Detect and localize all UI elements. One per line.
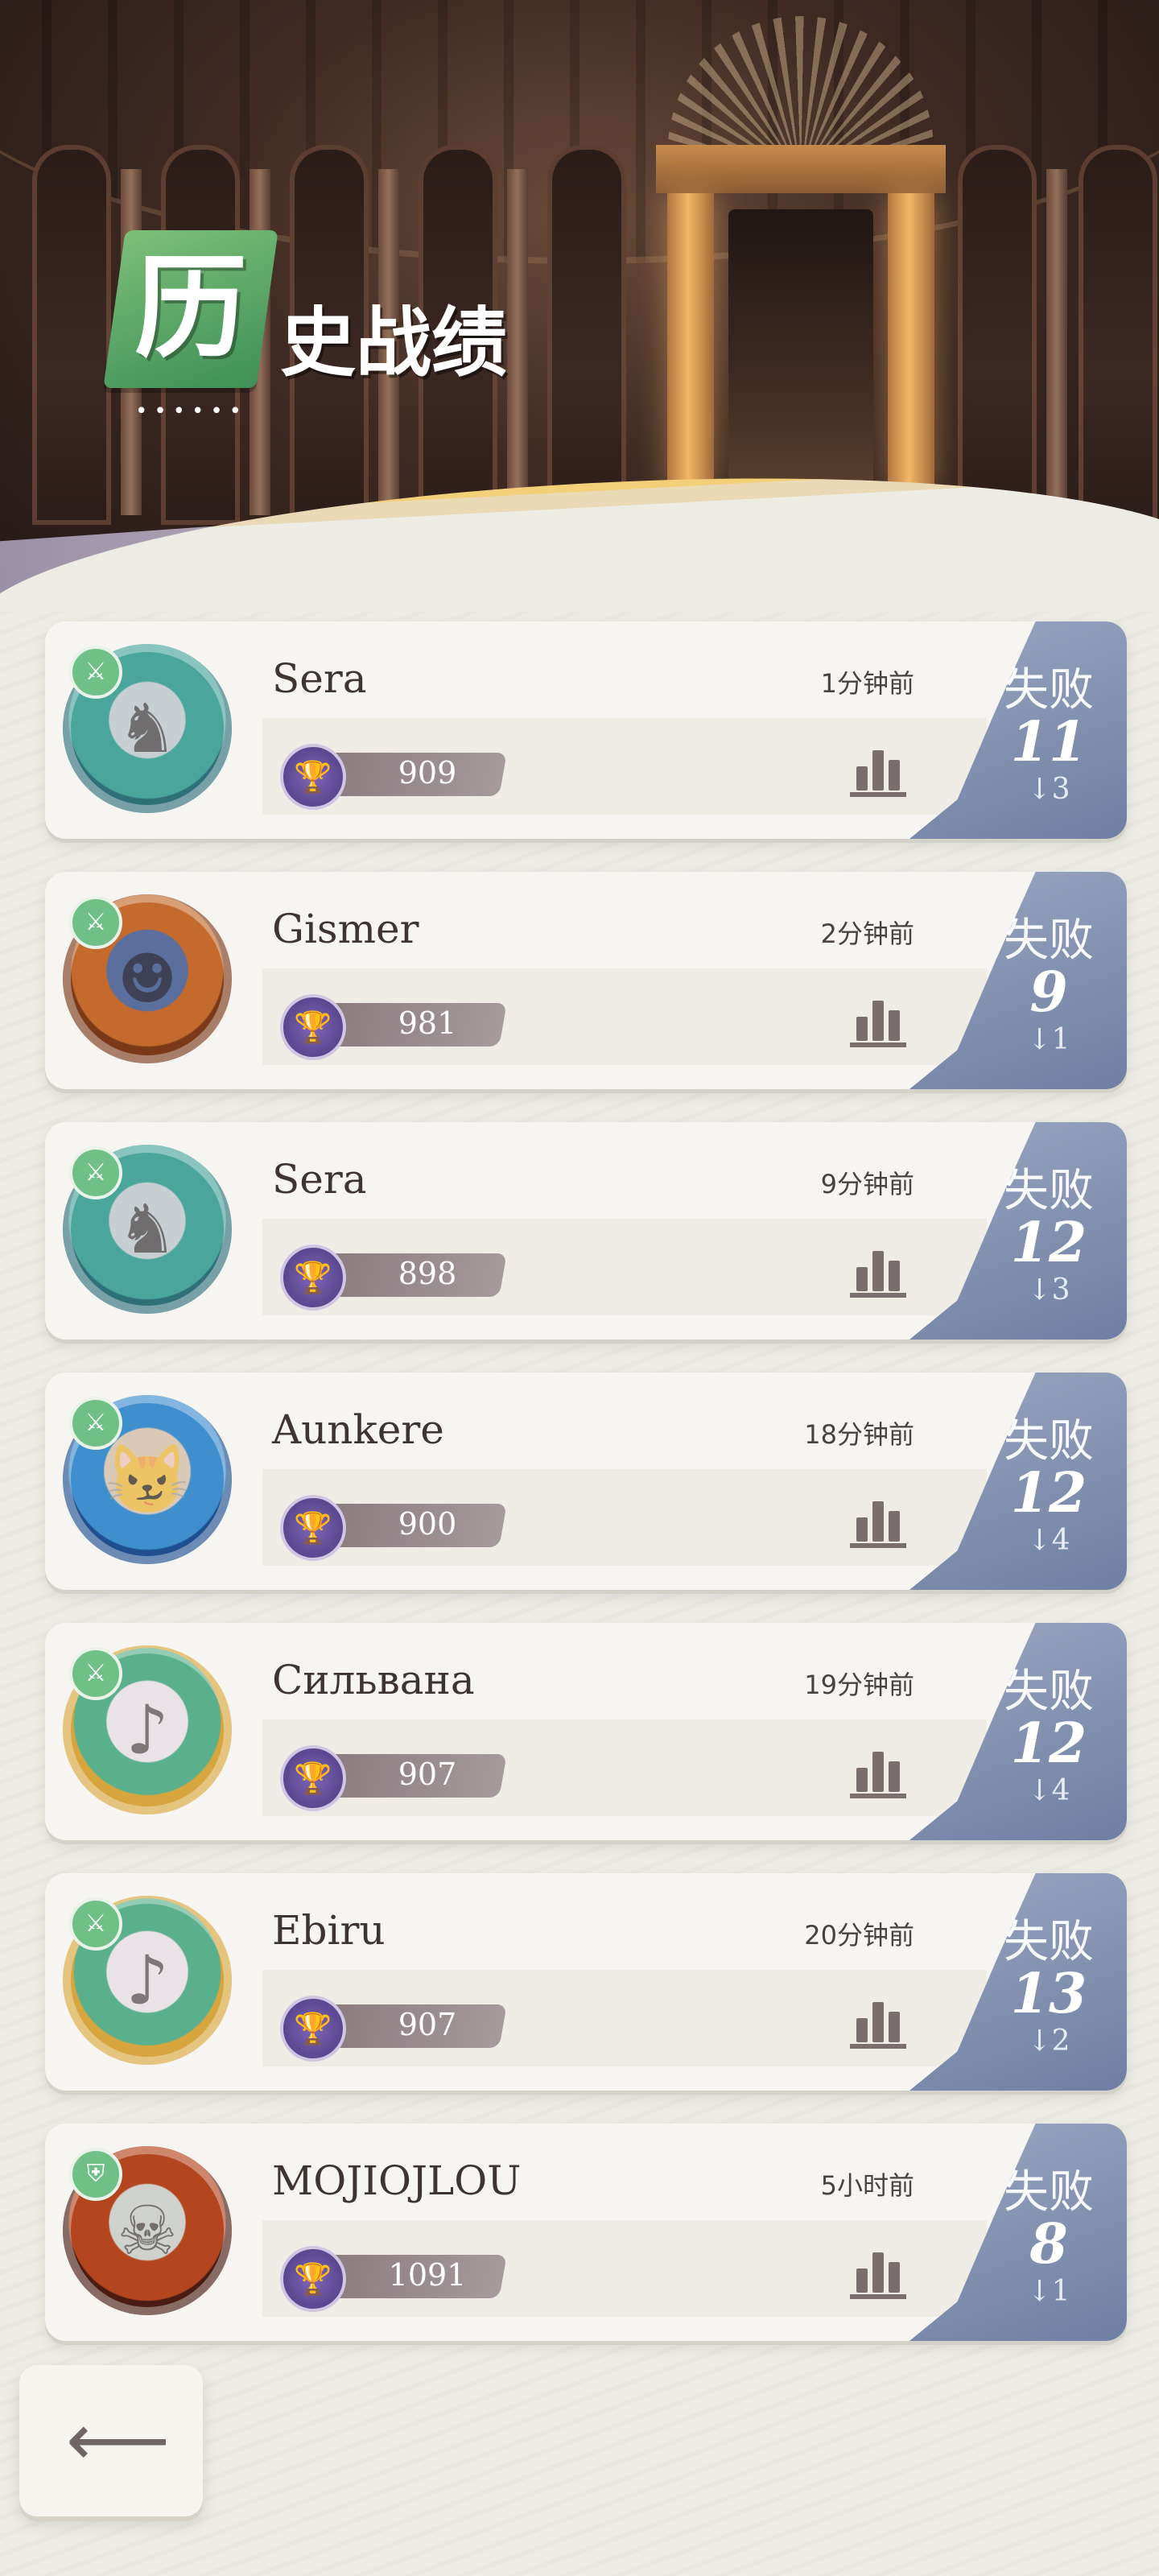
title-badge: 历 [103,230,278,388]
trophy-icon: 🏆 [280,1495,346,1561]
sword-icon: ⚔ [69,1897,122,1951]
player-score: 981 [398,1005,457,1041]
match-card[interactable]: ♞ ⚔ Sera 1分钟前 🏆 909 失败 11 ↓3 [45,621,1127,839]
sword-icon: ⚔ [69,1397,122,1450]
player-score: 898 [398,1256,457,1291]
bar-chart-icon[interactable] [850,741,906,797]
result-value: 11 [1010,710,1087,774]
match-time: 20分钟前 [804,1920,914,1951]
result-label: 失败 [1004,2166,1094,2219]
match-time: 19分钟前 [804,1670,914,1700]
match-card[interactable]: ♪ ⚔ Ebiru 20分钟前 🏆 907 失败 13 ↓2 [45,1873,1127,2091]
result-delta: ↓4 [1027,1774,1070,1807]
player-name: Sera [272,655,367,702]
player-score: 909 [398,755,457,791]
player-name: Ebiru [272,1907,386,1954]
match-card[interactable]: 😼 ⚔ Aunkere 18分钟前 🏆 900 失败 12 ↓4 [45,1373,1127,1590]
result-value: 8 [1029,2212,1068,2277]
trophy-icon: 🏆 [280,994,346,1060]
sword-icon: ⚔ [69,646,122,699]
cat-avatar-icon: 😼 [105,1439,190,1519]
back-arrow-icon: ⟵ [66,2398,171,2483]
result-label: 失败 [1004,664,1094,716]
match-time: 2分钟前 [820,919,914,949]
result-label: 失败 [1004,1916,1094,1968]
result-label: 失败 [1004,1165,1094,1217]
result-value: 12 [1010,1461,1087,1525]
bar-chart-icon[interactable] [850,1992,906,2049]
result-value: 12 [1010,1711,1087,1776]
golden-gate [656,145,946,491]
result-delta: ↓3 [1027,1274,1070,1307]
result-label: 失败 [1004,914,1094,967]
player-name: Aunkere [272,1406,444,1453]
result-value: 13 [1010,1962,1087,2026]
title-dots: •••••• [135,399,249,423]
knight-avatar-icon: ♞ [117,689,178,768]
match-card[interactable]: ♞ ⚔ Sera 9分钟前 🏆 898 失败 12 ↓3 [45,1122,1127,1340]
hero-header: 历 •••••• 史战绩 [0,0,1159,612]
result-delta: ↓1 [1027,2275,1070,2308]
match-card[interactable]: ☻ ⚔ Gismer 2分钟前 🏆 981 失败 9 ↓1 [45,872,1127,1089]
sword-icon: ⚔ [69,896,122,949]
match-time: 5小时前 [820,2170,914,2201]
player-score: 1091 [388,2257,467,2293]
result-delta: ↓2 [1027,2025,1070,2058]
warrior-avatar-icon: ☠ [117,2191,178,2270]
match-card[interactable]: ♪ ⚔ Сильвана 19分钟前 🏆 907 失败 12 ↓4 [45,1623,1127,1840]
trophy-icon: 🏆 [280,1245,346,1311]
bar-chart-icon[interactable] [850,2243,906,2299]
bar-chart-icon[interactable] [850,1492,906,1548]
back-button[interactable]: ⟵ [19,2365,203,2516]
trophy-icon: 🏆 [280,2246,346,2312]
bar-chart-icon[interactable] [850,1241,906,1298]
player-name: Gismer [272,906,419,952]
result-delta: ↓4 [1027,1524,1070,1557]
result-delta: ↓3 [1027,773,1070,806]
bar-chart-icon[interactable] [850,991,906,1047]
trophy-icon: 🏆 [280,1996,346,2062]
player-name: MOJIOJLOU [272,2157,522,2204]
title-first-char: 历 [134,243,247,374]
result-label: 失败 [1004,1666,1094,1718]
player-name: Sera [272,1156,367,1203]
trophy-icon: 🏆 [280,744,346,810]
match-history-list: ♞ ⚔ Sera 1分钟前 🏆 909 失败 11 ↓3 ☻ ⚔ Gismer … [45,621,1127,2374]
match-card[interactable]: ☠ ⛨ MOJIOJLOU 5小时前 🏆 1091 失败 8 ↓1 [45,2124,1127,2341]
player-name: Сильвана [272,1657,475,1703]
bar-chart-icon[interactable] [850,1742,906,1798]
player-score: 907 [398,1757,457,1792]
knight-avatar-icon: ♞ [117,1190,178,1269]
result-value: 9 [1029,960,1068,1025]
shield-icon: ⛨ [69,2148,122,2201]
sword-icon: ⚔ [69,1647,122,1700]
match-time: 9分钟前 [820,1169,914,1199]
player-score: 900 [398,1506,457,1542]
player-score: 907 [398,2007,457,2042]
match-time: 18分钟前 [804,1419,914,1450]
result-label: 失败 [1004,1415,1094,1468]
trophy-icon: 🏆 [280,1745,346,1811]
page-title: 史战绩 [280,299,508,387]
demon-avatar-icon: ☻ [117,939,178,1018]
result-delta: ↓1 [1027,1023,1070,1056]
sword-icon: ⚔ [69,1146,122,1199]
bard-avatar-icon: ♪ [126,1690,169,1769]
match-time: 1分钟前 [820,668,914,699]
result-value: 12 [1010,1211,1087,1275]
bard-avatar-icon: ♪ [126,1941,169,2020]
